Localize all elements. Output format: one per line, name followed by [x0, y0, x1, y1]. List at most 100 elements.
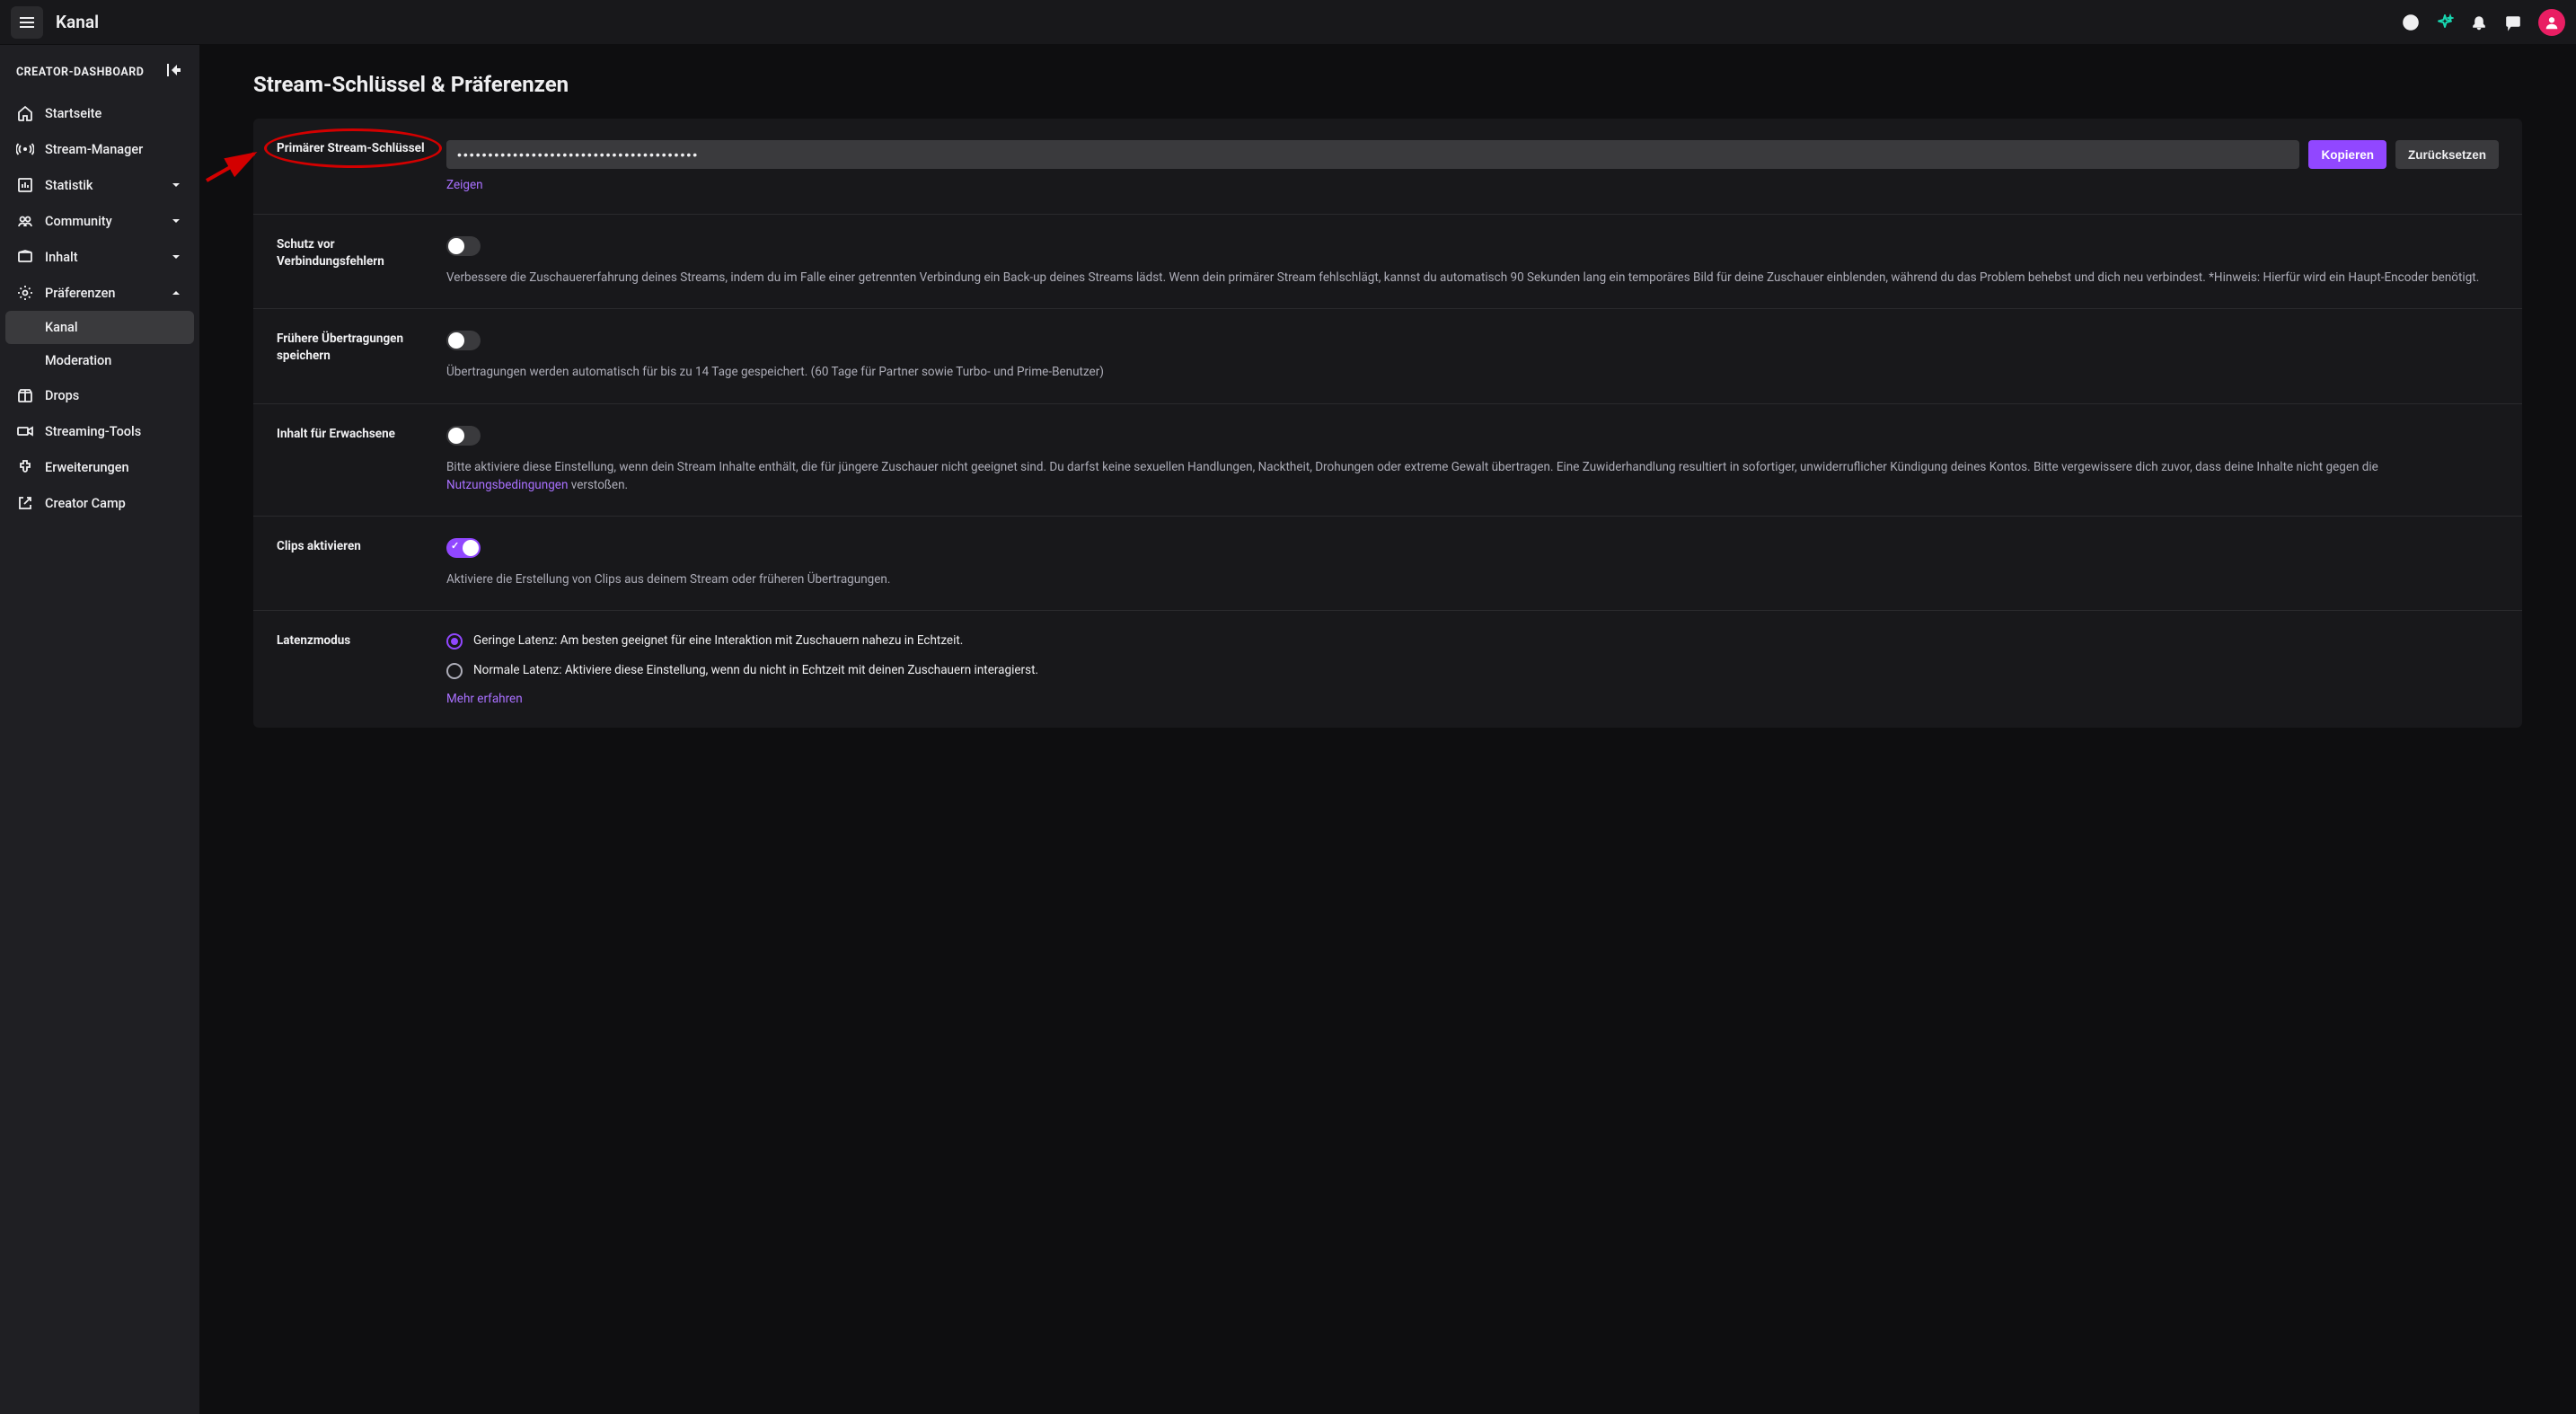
user-avatar[interactable] [2538, 9, 2565, 36]
sidebar-header: CREATOR-DASHBOARD [0, 54, 199, 95]
radio-low-latency[interactable]: Geringe Latenz: Am besten geeignet für e… [446, 632, 2499, 650]
sidebar-subitem-channel[interactable]: Kanal [5, 311, 194, 344]
setting-description: Verbessere die Zuschauererfahrung deines… [446, 269, 2499, 287]
toggle-mature-content[interactable] [446, 426, 481, 446]
home-icon [16, 104, 34, 122]
setting-content: Bitte aktiviere diese Einstellung, wenn … [446, 426, 2499, 495]
collapse-button[interactable] [165, 61, 183, 83]
sidebar-item-label: Statistik [45, 178, 158, 193]
setting-label: Inhalt für Erwachsene [277, 426, 425, 495]
setting-label: Clips aktivieren [277, 538, 425, 588]
setting-content: Übertragungen werden automatisch für bis… [446, 331, 2499, 381]
reset-button[interactable]: Zurücksetzen [2395, 140, 2499, 169]
chevron-down-icon [169, 214, 183, 228]
sidebar-item-creator-camp[interactable]: Creator Camp [0, 485, 199, 521]
content-icon [16, 248, 34, 266]
setting-label: Schutz vor Verbindungsfehlern [277, 236, 425, 287]
stream-key-input[interactable] [446, 140, 2299, 169]
setting-description: Aktiviere die Erstellung von Clips aus d… [446, 570, 2499, 588]
gear-icon [16, 284, 34, 302]
sidebar-subitem-moderation[interactable]: Moderation [0, 344, 199, 377]
setting-clips: Clips aktivieren Aktiviere die Erstellun… [253, 517, 2522, 611]
sidebar-item-home[interactable]: Startseite [0, 95, 199, 131]
sidebar-item-stream-manager[interactable]: Stream-Manager [0, 131, 199, 167]
setting-content: Geringe Latenz: Am besten geeignet für e… [446, 632, 2499, 706]
annotation-arrow [205, 149, 268, 190]
setting-store-past: Frühere Übertragungen speichern Übertrag… [253, 309, 2522, 403]
setting-mature-content: Inhalt für Erwachsene Bitte aktiviere di… [253, 404, 2522, 517]
setting-content: Aktiviere die Erstellung von Clips aus d… [446, 538, 2499, 588]
sidebar-item-extensions[interactable]: Erweiterungen [0, 449, 199, 485]
user-icon [2544, 14, 2560, 31]
sidebar-item-label: Kanal [45, 320, 78, 335]
sidebar-item-stats[interactable]: Statistik [0, 167, 199, 203]
sidebar-item-streaming-tools[interactable]: Streaming-Tools [0, 413, 199, 449]
chevron-up-icon [169, 286, 183, 300]
collapse-icon [165, 61, 183, 79]
radio-label: Normale Latenz: Aktiviere diese Einstell… [473, 662, 1038, 679]
sidebar-item-label: Community [45, 214, 158, 229]
stream-key-label: Primärer Stream-Schlüssel [277, 141, 425, 155]
sidebar-item-label: Stream-Manager [45, 142, 183, 157]
sidebar-item-community[interactable]: Community [0, 203, 199, 239]
setting-stream-key: Primärer Stream-Schlüssel Kopieren Zurüc… [253, 119, 2522, 215]
chevron-down-icon [169, 250, 183, 264]
settings-panel: Primärer Stream-Schlüssel Kopieren Zurüc… [253, 119, 2522, 728]
hamburger-icon [18, 13, 36, 31]
hamburger-button[interactable] [11, 6, 43, 39]
setting-latency: Latenzmodus Geringe Latenz: Am besten ge… [253, 611, 2522, 728]
bell-icon [2470, 13, 2488, 31]
sidebar: CREATOR-DASHBOARD Startseite Stream-Mana… [0, 45, 199, 1414]
camera-icon [16, 422, 34, 440]
toggle-disconnect-protection[interactable] [446, 236, 481, 256]
sidebar-item-label: Inhalt [45, 250, 158, 265]
page-title: Kanal [56, 12, 99, 32]
toggle-clips[interactable] [446, 538, 481, 558]
topbar-right [2402, 9, 2565, 36]
show-link[interactable]: Zeigen [446, 178, 483, 192]
radio-normal-latency[interactable]: Normale Latenz: Aktiviere diese Einstell… [446, 662, 2499, 679]
stats-icon [16, 176, 34, 194]
tos-link[interactable]: Nutzungsbedingungen [446, 478, 568, 492]
notifications-button[interactable] [2470, 13, 2488, 31]
sidebar-item-label: Moderation [45, 353, 111, 368]
sidebar-header-title: CREATOR-DASHBOARD [16, 66, 144, 79]
sidebar-item-preferences[interactable]: Präferenzen [0, 275, 199, 311]
sidebar-item-label: Startseite [45, 106, 183, 121]
setting-label: Primärer Stream-Schlüssel [277, 140, 425, 192]
sidebar-item-label: Drops [45, 388, 183, 403]
help-icon [2402, 13, 2420, 31]
toggle-store-past[interactable] [446, 331, 481, 350]
sparkle-button[interactable] [2436, 13, 2454, 31]
copy-button[interactable]: Kopieren [2308, 140, 2386, 169]
setting-label: Latenzmodus [277, 632, 425, 706]
layout: CREATOR-DASHBOARD Startseite Stream-Mana… [0, 45, 2576, 1414]
sidebar-item-label: Creator Camp [45, 496, 183, 511]
main-content: Stream-Schlüssel & Präferenzen Primärer … [199, 45, 2576, 1414]
sidebar-item-label: Streaming-Tools [45, 424, 183, 439]
chevron-down-icon [169, 178, 183, 192]
radio-input[interactable] [446, 633, 463, 650]
setting-disconnect-protection: Schutz vor Verbindungsfehlern Verbessere… [253, 215, 2522, 309]
radio-input[interactable] [446, 663, 463, 679]
topbar: Kanal [0, 0, 2576, 45]
setting-description: Übertragungen werden automatisch für bis… [446, 363, 2499, 381]
sidebar-item-drops[interactable]: Drops [0, 377, 199, 413]
topbar-left: Kanal [11, 6, 99, 39]
drops-icon [16, 386, 34, 404]
help-button[interactable] [2402, 13, 2420, 31]
setting-description: Bitte aktiviere diese Einstellung, wenn … [446, 458, 2499, 495]
comment-icon [2504, 13, 2522, 31]
learn-more-link[interactable]: Mehr erfahren [446, 692, 523, 706]
sidebar-item-label: Präferenzen [45, 286, 158, 301]
broadcast-icon [16, 140, 34, 158]
sparkle-icon [2436, 13, 2454, 31]
setting-content: Verbessere die Zuschauererfahrung deines… [446, 236, 2499, 287]
sidebar-item-content[interactable]: Inhalt [0, 239, 199, 275]
extensions-icon [16, 458, 34, 476]
setting-label: Frühere Übertragungen speichern [277, 331, 425, 381]
whispers-button[interactable] [2504, 13, 2522, 31]
sidebar-item-label: Erweiterungen [45, 460, 183, 475]
radio-label: Geringe Latenz: Am besten geeignet für e… [473, 632, 963, 650]
main-title: Stream-Schlüssel & Präferenzen [253, 72, 2522, 97]
